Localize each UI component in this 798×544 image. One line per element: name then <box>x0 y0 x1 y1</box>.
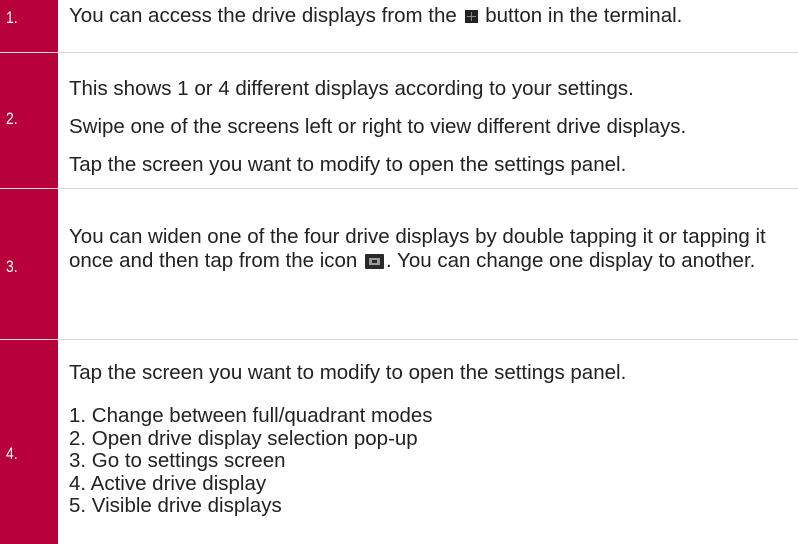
step-number-cell: 3. <box>0 189 58 339</box>
list-item: 2. Open drive display selection pop-up <box>69 426 418 450</box>
list-item: 5. Visible drive displays <box>69 494 282 517</box>
instruction-page: 1. You can access the drive displays fro… <box>0 0 798 544</box>
step-4-row: 4. Tap the screen you want to modify to … <box>0 340 798 544</box>
step-2-paragraph: This shows 1 or 4 different displays acc… <box>69 77 634 100</box>
step-1-text: You can access the drive displays from t… <box>69 4 683 27</box>
step-2-number: 2. <box>6 109 18 128</box>
step-3-text: You can widen one of the four drive disp… <box>69 225 766 272</box>
widen-display-icon <box>365 254 385 269</box>
step-number-cell: 2. <box>0 53 58 188</box>
step-2-paragraph: Swipe one of the screens left or right t… <box>69 115 687 138</box>
grid-icon <box>464 10 478 23</box>
step-1-row: 1. You can access the drive displays fro… <box>0 0 798 53</box>
step-2-text: This shows 1 or 4 different displays acc… <box>69 77 794 177</box>
step-number-cell: 1. <box>0 0 58 52</box>
step-2-row: 2. This shows 1 or 4 different displays … <box>0 53 798 189</box>
step-1-number: 1. <box>6 8 18 27</box>
step-3-row: 3. You can widen one of the four drive d… <box>0 189 798 340</box>
step-4-number: 4. <box>6 444 18 463</box>
list-item: 3. Go to settings screen <box>69 449 286 472</box>
list-item: 1. Change between full/quadrant modes <box>69 404 433 427</box>
step-3-number: 3. <box>6 257 18 276</box>
step-2-paragraph: Tap the screen you want to modify to ope… <box>69 153 627 176</box>
step-4-intro: Tap the screen you want to modify to ope… <box>69 361 627 384</box>
step-number-cell: 4. <box>0 340 58 544</box>
list-item: 4. Active drive display <box>69 471 267 495</box>
step-4-text: Tap the screen you want to modify to ope… <box>69 361 794 518</box>
step-4-list: 1. Change between full/quadrant modes 2.… <box>69 404 794 518</box>
